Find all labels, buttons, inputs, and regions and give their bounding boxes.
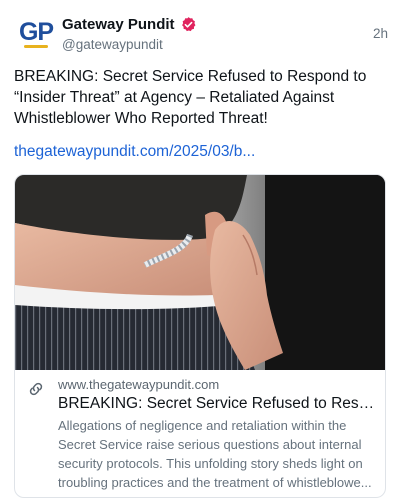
card-body: www.thegatewaypundit.com BREAKING: Secre… [15,370,385,497]
timestamp[interactable]: 2h [373,26,388,41]
post-text: BREAKING: Secret Service Refused to Resp… [14,68,367,127]
link-preview-card[interactable]: www.thegatewaypundit.com BREAKING: Secre… [14,174,386,498]
card-domain: www.thegatewaypundit.com [58,377,220,392]
link-icon [29,382,43,396]
display-name[interactable]: Gateway Pundit [62,16,175,33]
card-description: Allegations of negligence and retaliatio… [58,418,372,490]
handle[interactable]: @gatewaypundit [62,37,197,52]
card-title[interactable]: BREAKING: Secret Service Refused to Resp… [58,394,378,414]
avatar-logo-underline [24,45,48,48]
post-header: GP Gateway Pundit @gatewaypundit 2h [14,12,388,56]
post[interactable]: GP Gateway Pundit @gatewaypundit 2h BREA… [0,0,401,500]
card-image[interactable] [15,175,386,370]
avatar-logo: GP [18,17,54,46]
verified-badge-icon [181,16,195,31]
author-names: Gateway Pundit @gatewaypundit [62,14,197,52]
avatar[interactable]: GP [14,12,58,56]
post-link[interactable]: thegatewaypundit.com/2025/03/b... [14,141,255,162]
